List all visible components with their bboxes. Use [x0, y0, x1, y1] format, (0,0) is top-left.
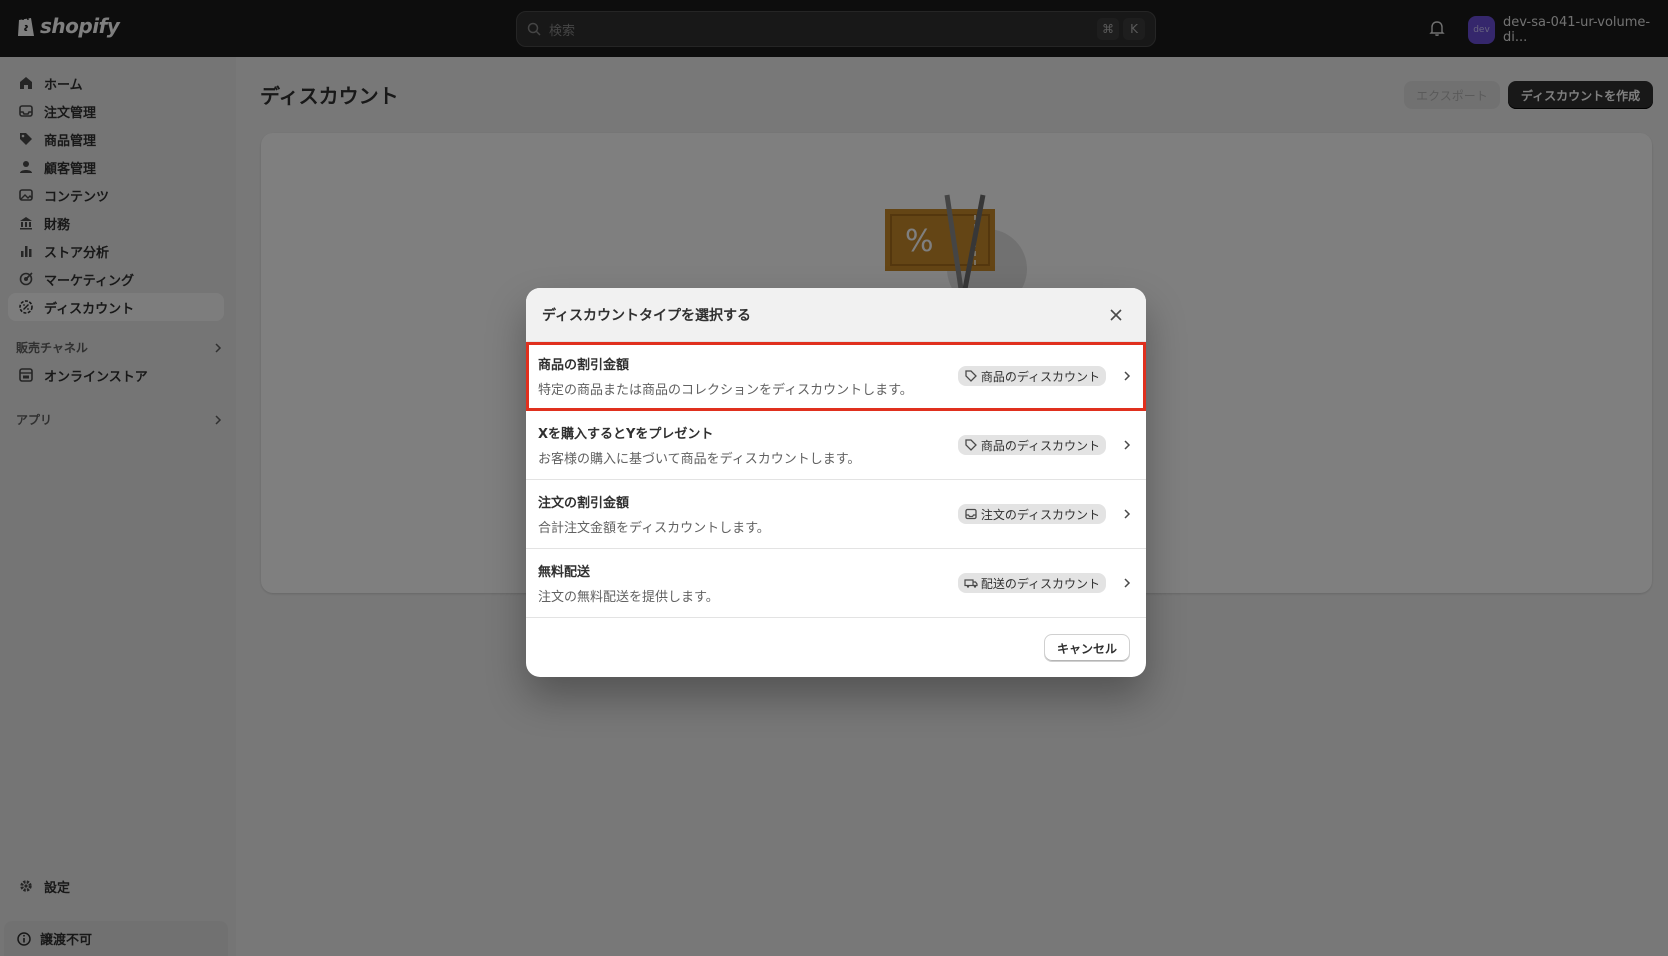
badge-label: 商品のディスカウント — [980, 369, 1100, 384]
option-amount-off-products[interactable]: 商品の割引金額 特定の商品または商品のコレクションをディスカウントします。 商品… — [526, 342, 1146, 411]
modal-header: ディスカウントタイプを選択する — [526, 288, 1146, 342]
shipping-discount-badge: 配送のディスカウント — [957, 573, 1106, 593]
modal-title: ディスカウントタイプを選択する — [542, 307, 752, 324]
option-title: Xを購入するとYをプレゼント — [538, 427, 714, 442]
order-discount-badge: 注文のディスカウント — [957, 504, 1106, 524]
cancel-button[interactable]: キャンセル — [1043, 634, 1130, 662]
chevron-right-icon — [1124, 578, 1131, 588]
option-description: お客様の購入に基づいて商品をディスカウントします。 — [538, 452, 861, 467]
chevron-right-icon — [1124, 440, 1131, 450]
option-amount-off-order[interactable]: 注文の割引金額 合計注文金額をディスカウントします。 注文のディスカウント — [526, 480, 1146, 549]
product-discount-badge: 商品のディスカウント — [957, 435, 1106, 455]
product-discount-badge: 商品のディスカウント — [957, 366, 1106, 386]
option-title: 注文の割引金額 — [538, 496, 630, 511]
tag-icon — [965, 370, 977, 382]
inbox-icon — [965, 508, 977, 520]
discount-type-modal: ディスカウントタイプを選択する 商品の割引金額 特定の商品または商品のコレクショ… — [526, 288, 1146, 677]
badge-label: 注文のディスカウント — [980, 507, 1100, 522]
chevron-right-icon — [1124, 509, 1131, 519]
option-free-shipping[interactable]: 無料配送 注文の無料配送を提供します。 配送のディスカウント — [526, 549, 1146, 618]
option-description: 注文の無料配送を提供します。 — [538, 590, 719, 605]
chevron-right-icon — [1124, 371, 1131, 381]
badge-label: 配送のディスカウント — [980, 576, 1100, 591]
option-title: 無料配送 — [538, 565, 591, 580]
close-icon — [1110, 308, 1122, 321]
close-button[interactable] — [1102, 301, 1130, 329]
option-description: 合計注文金額をディスカウントします。 — [538, 521, 770, 536]
option-buy-x-get-y[interactable]: Xを購入するとYをプレゼント お客様の購入に基づいて商品をディスカウントします。… — [526, 411, 1146, 480]
badge-label: 商品のディスカウント — [980, 438, 1100, 453]
option-title: 商品の割引金額 — [538, 358, 630, 373]
modal-footer: キャンセル — [526, 618, 1146, 677]
tag-icon — [965, 439, 977, 451]
option-description: 特定の商品または商品のコレクションをディスカウントします。 — [538, 383, 913, 398]
truck-icon — [964, 579, 978, 588]
